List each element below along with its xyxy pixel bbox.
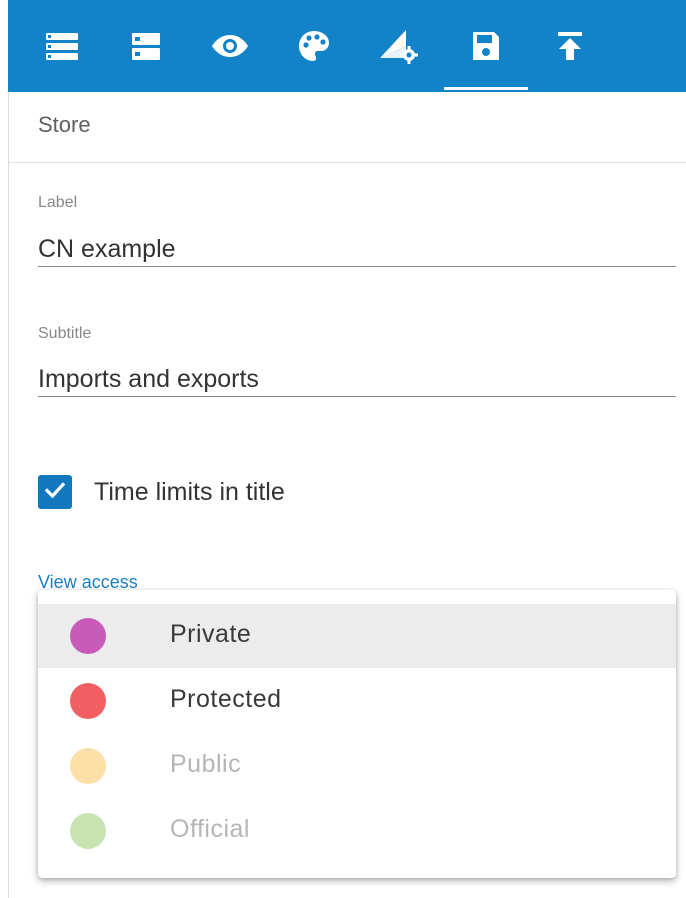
storage-icon <box>130 30 162 62</box>
tool-storage[interactable] <box>104 0 188 92</box>
subtitle-field-label: Subtitle <box>38 325 92 342</box>
public-color-dot <box>70 748 106 784</box>
toolbar <box>8 0 686 92</box>
private-color-dot <box>70 618 106 654</box>
time-limits-checkbox[interactable] <box>38 475 72 509</box>
label-field-label: Label <box>38 194 78 211</box>
tool-save[interactable] <box>444 0 528 92</box>
view-access-dropdown: Private Protected Public Official <box>38 590 676 878</box>
official-color-dot <box>70 813 106 849</box>
save-icon <box>471 30 501 62</box>
section-title: Store <box>38 112 91 137</box>
option-private[interactable]: Private <box>38 604 676 668</box>
option-label: Protected <box>170 685 282 713</box>
subtitle-field[interactable] <box>38 362 676 397</box>
option-official: Official <box>38 799 676 863</box>
checkmark-icon <box>43 478 67 507</box>
tool-list[interactable] <box>20 0 104 92</box>
palette-icon <box>297 29 331 63</box>
panel-left-border <box>8 92 9 898</box>
section-divider <box>9 162 686 163</box>
eye-icon <box>211 32 249 60</box>
option-label: Private <box>170 620 252 648</box>
active-tab-indicator <box>444 87 528 90</box>
app-frame: Store Label Subtitle Time limits in titl… <box>0 0 686 898</box>
option-label: Official <box>170 815 250 843</box>
time-limits-label: Time limits in title <box>94 477 285 506</box>
upload-icon <box>556 30 584 62</box>
settings-shape-icon <box>378 28 418 64</box>
tool-style[interactable] <box>272 0 356 92</box>
tool-view[interactable] <box>188 0 272 92</box>
label-field[interactable] <box>38 232 676 267</box>
option-protected[interactable]: Protected <box>38 669 676 733</box>
time-limits-checkbox-row[interactable]: Time limits in title <box>38 472 285 512</box>
option-label: Public <box>170 750 242 778</box>
tool-settings[interactable] <box>356 0 440 92</box>
list-icon <box>44 30 80 62</box>
tool-upload[interactable] <box>528 0 612 92</box>
protected-color-dot <box>70 683 106 719</box>
option-public: Public <box>38 734 676 798</box>
